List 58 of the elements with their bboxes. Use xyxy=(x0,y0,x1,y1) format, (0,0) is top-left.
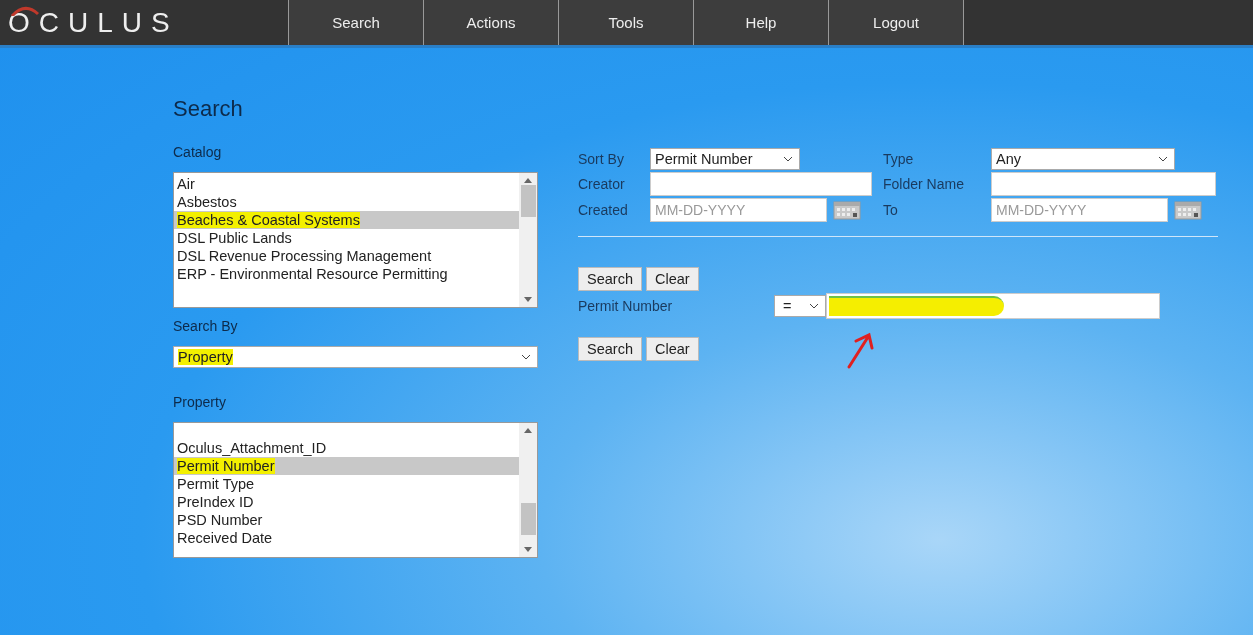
logo: OCULUS xyxy=(7,5,180,40)
chevron-icon xyxy=(783,156,793,162)
field-label: Type xyxy=(883,151,915,167)
list-option[interactable]: ERP - Environmental Resource Permitting xyxy=(174,265,519,283)
type-select[interactable]: Any xyxy=(991,148,1175,170)
field-label: Property xyxy=(173,394,227,410)
field-label: Created xyxy=(578,202,629,218)
scroll-down-icon[interactable] xyxy=(524,297,532,302)
scroll-thumb[interactable] xyxy=(520,185,536,217)
chevron-icon xyxy=(521,354,531,360)
list-option[interactable]: PSD Number xyxy=(174,511,519,529)
page-title: Search xyxy=(173,96,244,122)
list-option[interactable]: Received Date xyxy=(174,529,519,547)
scroll-up-icon[interactable] xyxy=(524,178,532,183)
folder-name-field[interactable] xyxy=(991,172,1216,196)
date-field[interactable]: MM-DD-YYYY xyxy=(650,198,827,222)
list-option[interactable]: Permit Type xyxy=(174,475,519,493)
catalog-listbox[interactable]: Air Asbestos Beaches & Coastal Systems DSL Public Lands DSL Revenue Processing Management ERP - Environmental Resource Permitting xyxy=(173,172,538,308)
menu-item[interactable]: Logout xyxy=(828,0,963,45)
sort-by-select[interactable]: Permit Number xyxy=(650,148,800,170)
field-label: Catalog xyxy=(173,144,223,160)
menu-item[interactable]: Help xyxy=(693,0,828,45)
field-label: Permit Number xyxy=(578,298,674,314)
list-option[interactable]: Beaches & Coastal Systems xyxy=(174,211,519,229)
scroll-down-icon[interactable] xyxy=(524,547,532,552)
list-option[interactable]: DSL Revenue Processing Management xyxy=(174,247,519,265)
menu-item[interactable]: Tools xyxy=(558,0,693,45)
calendar-icon[interactable] xyxy=(833,200,861,220)
operator-select[interactable]: = xyxy=(774,295,826,317)
property-listbox[interactable]: Oculus_Attachment_ID Permit Number Permit Type PreIndex ID PSD Number Received Date xyxy=(173,422,538,558)
scroll-thumb[interactable] xyxy=(520,503,536,535)
field-label: Sort By xyxy=(578,151,625,167)
menu-item[interactable]: Search xyxy=(288,0,423,45)
list-option[interactable]: Oculus_Attachment_ID xyxy=(174,439,519,457)
clear-button[interactable]: Clear xyxy=(645,267,699,291)
creator-field[interactable] xyxy=(650,172,872,196)
list-option[interactable]: Air xyxy=(174,175,519,193)
list-option[interactable]: Asbestos xyxy=(174,193,519,211)
field-label: To xyxy=(883,202,899,218)
search-button[interactable]: Search xyxy=(578,267,642,291)
list-option[interactable]: DSL Public Lands xyxy=(174,229,519,247)
clear-button[interactable]: Clear xyxy=(645,337,699,361)
list-option[interactable]: PreIndex ID xyxy=(174,493,519,511)
permit-number-field[interactable] xyxy=(826,293,1160,319)
field-label: Search By xyxy=(173,318,239,334)
field-label: Creator xyxy=(578,176,626,192)
field-label: Folder Name xyxy=(883,176,965,192)
search-button[interactable]: Search xyxy=(578,337,642,361)
chevron-icon xyxy=(809,303,819,309)
scroll-up-icon[interactable] xyxy=(524,428,532,433)
scrollbar[interactable] xyxy=(519,423,537,557)
date-field[interactable]: MM-DD-YYYY xyxy=(991,198,1168,222)
scrollbar[interactable] xyxy=(519,173,537,307)
menu-item[interactable]: Actions xyxy=(423,0,558,45)
search-by-select[interactable]: Property xyxy=(173,346,538,368)
list-option[interactable]: Permit Number xyxy=(174,457,519,475)
chevron-icon xyxy=(1158,156,1168,162)
calendar-icon[interactable] xyxy=(1174,200,1202,220)
